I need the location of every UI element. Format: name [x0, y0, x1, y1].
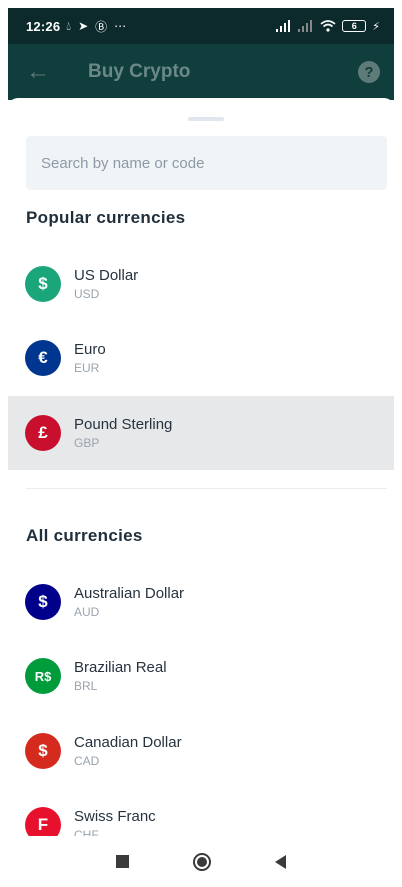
currency-code: CHF [74, 828, 99, 836]
currency-row-eur[interactable]: € Euro EUR [8, 321, 394, 395]
currency-name: Swiss Franc [74, 808, 156, 825]
search-placeholder: Search by name or code [41, 154, 205, 172]
currency-row-chf[interactable]: F Swiss Franc CHF [8, 788, 394, 836]
section-title-all: All currencies [26, 526, 143, 545]
battery-icon: 6 [342, 20, 367, 32]
home-icon[interactable] [193, 852, 211, 871]
section-divider [26, 488, 387, 489]
sheet-drag-handle[interactable] [188, 117, 224, 121]
signal-icon [276, 20, 291, 32]
recents-icon[interactable] [116, 855, 129, 868]
help-circle-icon[interactable]: ? [358, 61, 380, 83]
more-dots-icon: ⋯ [114, 19, 127, 33]
dollar-icon: $ [25, 584, 61, 620]
app-bar: ← Buy Crypto ? [8, 44, 394, 100]
signal-icon [298, 20, 313, 32]
system-nav-bar [0, 836, 402, 887]
currency-name: US Dollar [74, 267, 139, 284]
currency-code: AUD [74, 605, 100, 619]
currency-code: USD [74, 287, 100, 301]
currency-name: Brazilian Real [74, 659, 167, 676]
status-time: 12:26 [26, 18, 61, 34]
phone-screen: 12:26 💧︎ ➤ Ⓑ ⋯ 6 ⚡︎ ← Buy Crypto ? Searc… [0, 0, 402, 887]
charging-icon: ⚡︎ [372, 20, 380, 33]
status-notification-icons: 💧︎ ➤ Ⓑ ⋯ [66, 18, 126, 35]
arrow-left-icon[interactable]: ← [26, 58, 56, 86]
section-title-popular: Popular currencies [26, 208, 186, 227]
currency-name: Euro [74, 341, 106, 358]
pound-icon: £ [25, 415, 61, 451]
drop-icon: 💧︎ [66, 18, 72, 33]
search-input[interactable]: Search by name or code [26, 136, 387, 190]
currency-code: EUR [74, 361, 100, 375]
currency-row-usd[interactable]: $ US Dollar USD [8, 247, 394, 321]
currency-name: Australian Dollar [74, 585, 185, 602]
real-icon: R$ [25, 658, 61, 694]
status-bar: 12:26 💧︎ ➤ Ⓑ ⋯ 6 ⚡︎ [8, 8, 394, 44]
currency-row-gbp[interactable]: £ Pound Sterling GBP [8, 396, 394, 470]
back-icon[interactable] [275, 854, 286, 869]
currency-code: GBP [74, 436, 100, 450]
currency-row-aud[interactable]: $ Australian Dollar AUD [8, 565, 394, 639]
currency-row-brl[interactable]: R$ Brazilian Real BRL [8, 639, 394, 713]
dollar-icon: $ [25, 733, 61, 769]
euro-icon: € [25, 340, 61, 376]
send-icon: ➤ [78, 19, 89, 33]
currency-row-cad[interactable]: $ Canadian Dollar CAD [8, 714, 394, 788]
currency-name: Canadian Dollar [74, 734, 182, 751]
b-circle-icon: Ⓑ [95, 19, 108, 34]
currency-name: Pound Sterling [74, 416, 173, 433]
currency-sheet: Search by name or code Popular currencie… [8, 98, 394, 836]
status-system-icons: 6 ⚡︎ [276, 20, 380, 33]
franc-icon: F [25, 807, 61, 836]
dollar-icon: $ [25, 266, 61, 302]
page-title: Buy Crypto [88, 61, 191, 82]
wifi-icon [320, 20, 336, 32]
currency-code: CAD [74, 754, 100, 768]
currency-code: BRL [74, 679, 98, 693]
